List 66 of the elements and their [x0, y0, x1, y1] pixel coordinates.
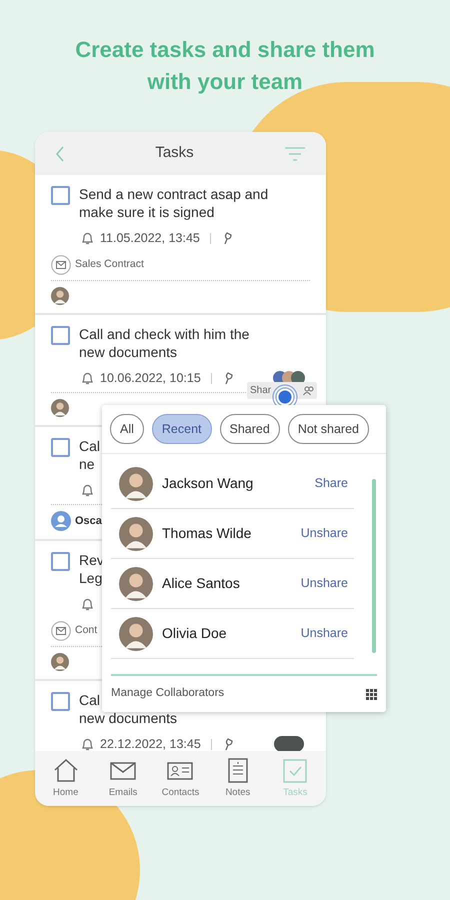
task-title: make sure it is signed — [79, 203, 214, 221]
nav-tab[interactable]: Home — [40, 756, 92, 800]
checkbox-icon — [281, 756, 310, 784]
headline: with your team — [147, 68, 303, 96]
share-toggle-link[interactable]: Unshare — [300, 624, 348, 643]
filter-icon — [284, 146, 306, 162]
headline: Create tasks and share them — [75, 36, 375, 64]
task-title: new documents — [79, 709, 178, 727]
task-checkbox[interactable] — [51, 186, 70, 205]
avatar-icon — [119, 466, 153, 500]
attachment-name: Cont — [75, 623, 98, 638]
manage-collaborators-link[interactable]: Manage Collaborators — [111, 685, 224, 703]
assignee-avatar-icon — [51, 399, 69, 417]
filter-chip[interactable]: Shared — [220, 414, 280, 444]
task-title: Leg — [79, 569, 102, 587]
assignee-avatar-icon — [51, 653, 69, 671]
person-name: Olivia Doe — [162, 624, 228, 643]
task-title: Send a new contract asap and — [79, 185, 268, 203]
tooltip-text: Shar — [250, 384, 272, 398]
bell-icon — [81, 597, 94, 611]
task-checkbox[interactable] — [51, 326, 70, 345]
reminder-date: 22.12.2022, 13:45 — [100, 736, 201, 751]
share-toggle-link[interactable]: Share — [314, 474, 348, 493]
person-name: Jackson Wang — [162, 474, 254, 493]
filter-chip[interactable]: Not shared — [288, 414, 369, 444]
task-title: Cal — [79, 691, 100, 709]
task-title: Cal — [79, 437, 100, 455]
task-checkbox[interactable] — [51, 692, 70, 711]
person-name: Thomas Wilde — [162, 524, 252, 543]
task-title: new documents — [79, 343, 178, 361]
task-checkbox[interactable] — [51, 438, 70, 457]
filter-chip[interactable]: All — [110, 414, 144, 444]
person-name: Alice Santos — [162, 574, 241, 593]
nav-tab[interactable]: Contacts — [154, 756, 206, 800]
bell-icon — [81, 483, 94, 497]
assignee-name: Osca — [75, 514, 102, 529]
filter-chip[interactable]: Recent — [152, 414, 212, 444]
task-title: Call and check with him the — [79, 325, 250, 343]
email-attachment-icon — [51, 621, 71, 641]
back-icon — [55, 146, 65, 162]
back-button[interactable] — [55, 146, 65, 162]
nav-tab[interactable]: Emails — [97, 756, 150, 800]
scrollbar[interactable] — [372, 479, 376, 653]
screen-title: Tasks — [155, 143, 194, 164]
shared-avatars-icon — [274, 736, 304, 751]
grid-icon — [366, 688, 377, 700]
task-checkbox[interactable] — [51, 552, 70, 571]
reminder-date: 10.06.2022, 10:15 — [100, 370, 201, 387]
people-icon — [303, 386, 314, 396]
attachment-name: Sales Contract — [75, 257, 144, 272]
assignee-avatar-icon — [51, 287, 69, 305]
home-icon — [52, 756, 80, 784]
bell-icon — [81, 371, 94, 385]
task-title: ne — [79, 455, 95, 473]
bell-icon — [81, 737, 94, 751]
filter-button[interactable] — [284, 146, 306, 162]
share-toggle-link[interactable]: Unshare — [300, 574, 348, 593]
nav-tab[interactable]: Notes — [212, 756, 264, 800]
avatar-icon — [119, 616, 153, 650]
avatar-icon — [119, 566, 153, 600]
email-attachment-icon — [51, 255, 71, 275]
share-toggle-link[interactable]: Unshare — [300, 524, 348, 543]
contact-avatar-icon — [51, 511, 71, 531]
bell-icon — [81, 231, 94, 245]
reminder-date: 11.05.2022, 13:45 — [100, 230, 200, 247]
avatar-icon — [119, 516, 153, 550]
